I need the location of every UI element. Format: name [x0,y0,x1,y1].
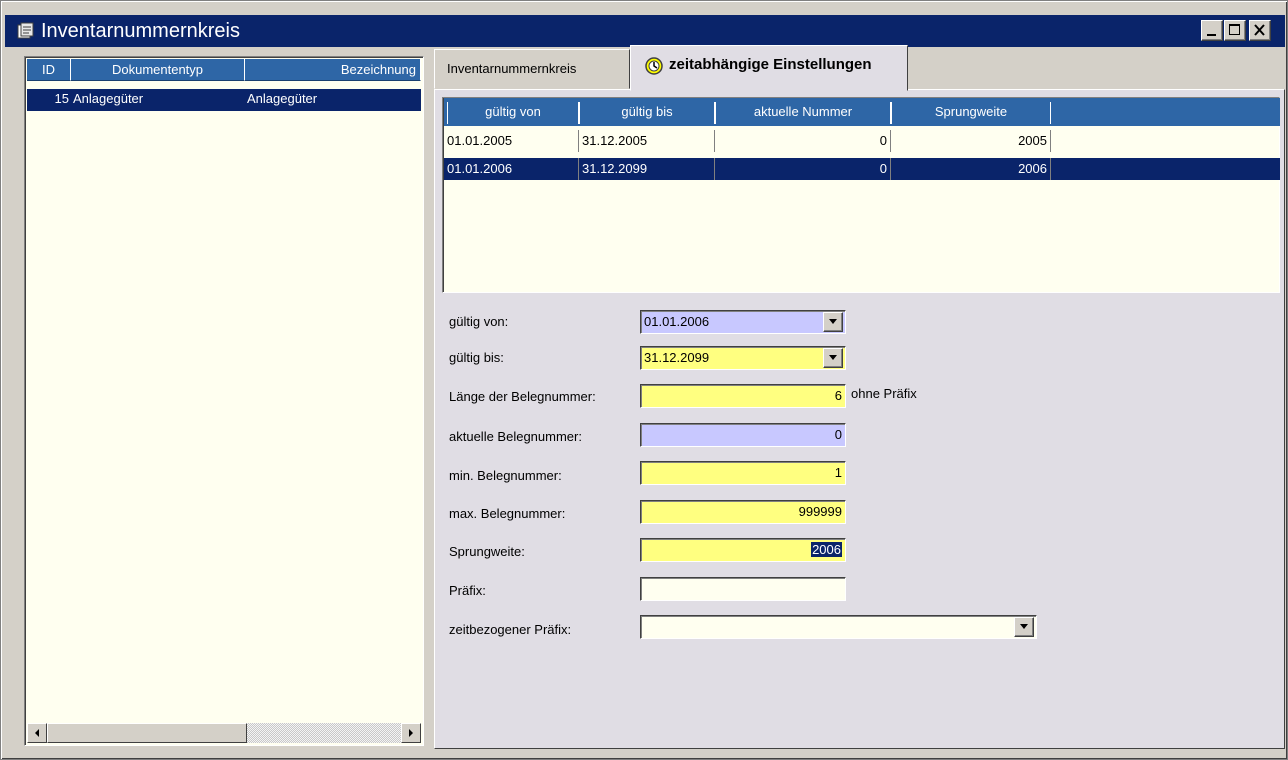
close-icon [1254,24,1265,36]
scroll-left-button[interactable] [27,723,47,743]
minimize-button[interactable] [1201,20,1223,41]
tab-label: zeitabhängige Einstellungen [669,56,872,73]
chevron-down-icon [1020,624,1028,629]
scroll-thumb[interactable] [47,723,247,743]
column-header-id[interactable]: ID [27,59,71,81]
label-min-belegnummer: min. Belegnummer: [449,468,562,483]
label-laenge-belegnummer: Länge der Belegnummer: [449,389,596,404]
close-button[interactable] [1249,20,1271,41]
chevron-down-icon [829,319,837,324]
tab-inventarnummernkreis[interactable]: Inventarnummernkreis [434,49,630,89]
cell-aktuelle-nummer: 0 [715,158,891,180]
maximize-icon [1229,24,1240,35]
aktuelle-belegnummer-input[interactable]: 0 [640,423,846,447]
list-cell-bezeichnung: Anlagegüter [245,89,421,111]
cell-sprungweite: 2005 [891,130,1051,152]
maximize-button[interactable] [1224,20,1246,41]
list-cell-id: 15 [27,89,71,111]
cell-gueltig-von: 01.01.2005 [444,130,579,152]
label-gueltig-von: gültig von: [449,314,509,329]
label-gueltig-bis: gültig bis: [449,350,504,365]
minimize-icon [1207,34,1216,36]
gueltig-von-dropdown-button[interactable] [823,312,843,332]
ohne-praefix-note: ohne Präfix [851,386,917,401]
arrow-left-icon [35,729,39,737]
list-cell-dokumententyp: Anlagegüter [71,89,245,111]
cell-gueltig-von: 01.01.2006 [444,158,579,180]
cell-sprungweite: 2006 [891,158,1051,180]
cell-aktuelle-nummer: 0 [715,130,891,152]
window-title: Inventarnummernkreis [41,20,240,42]
zeitbezogener-praefix-dropdown-button[interactable] [1014,617,1034,637]
sprungweite-selected-text: 2006 [811,542,842,557]
settings-grid[interactable]: gültig von gültig bis aktuelle Nummer Sp… [442,97,1280,293]
max-belegnummer-input[interactable]: 999999 [640,500,846,524]
panel-splitter[interactable] [427,49,433,751]
tab-label: Inventarnummernkreis [447,61,577,76]
gueltig-bis-dropdown[interactable]: 31.12.2099 [640,346,846,370]
scroll-track[interactable] [247,723,401,743]
column-header-aktuelle-nummer[interactable]: aktuelle Nummer [715,102,891,124]
gueltig-von-dropdown[interactable]: 01.01.2006 [640,310,846,334]
column-header-dokumententyp[interactable]: Dokumententyp [71,59,245,81]
gueltig-bis-dropdown-button[interactable] [823,348,843,368]
label-zeitbezogener-praefix: zeitbezogener Präfix: [449,622,572,637]
min-belegnummer-input[interactable]: 1 [640,461,846,485]
label-aktuelle-belegnummer: aktuelle Belegnummer: [449,429,582,444]
clock-icon [645,57,663,75]
column-header-gueltig-von[interactable]: gültig von [447,102,579,124]
app-document-icon [17,22,34,39]
arrow-right-icon [409,729,413,737]
document-type-list[interactable]: ID Dokumententyp Bezeichnung 15 Anlagegü… [24,56,424,746]
column-header-bezeichnung[interactable]: Bezeichnung [245,59,421,81]
main-window: Inventarnummernkreis ID Dokumententyp Be… [0,0,1288,760]
horizontal-scrollbar[interactable] [27,723,421,743]
label-praefix: Präfix: [449,583,486,598]
label-sprungweite: Sprungweite: [449,544,525,559]
gueltig-bis-value: 31.12.2099 [644,350,710,365]
laenge-belegnummer-input[interactable]: 6 [640,384,846,408]
scroll-right-button[interactable] [401,723,421,743]
sprungweite-input[interactable]: 2006 [640,538,846,562]
column-header-sprungweite[interactable]: Sprungweite [891,102,1051,124]
tab-zeitabhaengige-einstellungen[interactable]: zeitabhängige Einstellungen [630,45,908,91]
zeitbezogener-praefix-dropdown[interactable] [640,615,1037,639]
praefix-input[interactable] [640,577,846,601]
gueltig-von-value: 01.01.2006 [644,314,710,329]
chevron-down-icon [829,355,837,360]
label-max-belegnummer: max. Belegnummer: [449,506,566,521]
cell-gueltig-bis: 31.12.2005 [579,130,715,152]
title-bar[interactable]: Inventarnummernkreis [5,15,1285,47]
column-header-gueltig-bis[interactable]: gültig bis [579,102,715,124]
cell-gueltig-bis: 31.12.2099 [579,158,715,180]
